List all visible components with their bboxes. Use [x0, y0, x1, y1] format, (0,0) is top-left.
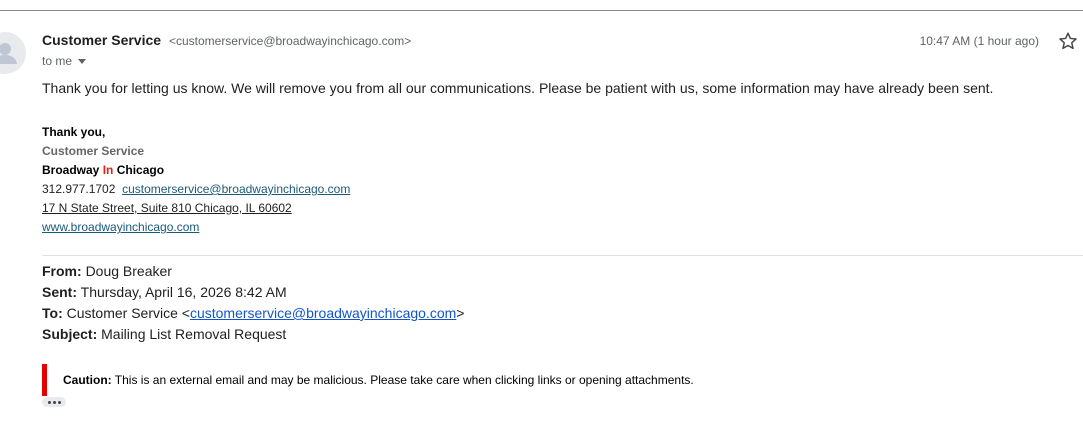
subject-label: Subject:	[42, 326, 98, 342]
signature-thanks: Thank you,	[42, 125, 106, 139]
org-name-highlight: In	[102, 163, 114, 177]
signature-contact-line: 312.977.1702 customerservice@broadwayinc…	[42, 180, 350, 199]
ellipsis-icon	[57, 400, 61, 404]
quoted-to-line: To: Customer Service <customerservice@br…	[42, 305, 464, 321]
caution-message: This is an external email and may be mal…	[114, 373, 694, 387]
signature-phone: 312.977.1702	[42, 182, 116, 196]
sender-avatar[interactable]	[0, 32, 26, 74]
to-label: To:	[42, 305, 63, 321]
from-value: Doug Breaker	[85, 263, 172, 279]
ellipsis-icon	[52, 400, 56, 404]
to-email-link[interactable]: customerservice@broadwayinchicago.com	[190, 305, 456, 321]
caution-text: Caution: This is an external email and m…	[63, 373, 694, 387]
person-icon	[0, 43, 17, 64]
recipients-label: to me	[42, 54, 73, 68]
caution-banner: Caution: This is an external email and m…	[42, 364, 802, 396]
to-close: >	[456, 305, 465, 321]
to-name: Customer Service <	[66, 305, 190, 321]
sender-email: <customerservice@broadwayinchicago.com>	[168, 34, 412, 48]
sent-value: Thursday, April 16, 2026 8:42 AM	[80, 284, 287, 300]
recipients-toggle[interactable]: to me	[42, 54, 87, 68]
signature-block: Thank you, Customer Service Broadway In …	[42, 123, 350, 237]
signature-website-link[interactable]: www.broadwayinchicago.com	[42, 220, 199, 234]
message-timestamp: 10:47 AM (1 hour ago)	[919, 34, 1039, 48]
signature-department: Customer Service	[42, 144, 145, 158]
sender-line: Customer Service <customerservice@broadw…	[42, 32, 411, 48]
signature-address-link[interactable]: 17 N State Street, Suite 810 Chicago, IL…	[42, 201, 292, 215]
caution-bar	[42, 364, 47, 396]
caution-label: Caution:	[63, 373, 112, 387]
signature-organization: Broadway In Chicago	[42, 161, 350, 180]
star-button[interactable]	[1057, 30, 1079, 52]
show-trimmed-content-button[interactable]	[42, 397, 66, 407]
quote-divider	[42, 255, 1083, 256]
quoted-from-line: From: Doug Breaker	[42, 263, 172, 279]
org-name-part: Chicago	[116, 163, 165, 177]
sent-label: Sent:	[42, 284, 77, 300]
top-divider	[0, 10, 1083, 11]
from-label: From:	[42, 263, 82, 279]
signature-email-link[interactable]: customerservice@broadwayinchicago.com	[122, 182, 350, 196]
subject-value: Mailing List Removal Request	[101, 326, 287, 342]
chevron-down-icon	[78, 58, 87, 64]
quoted-subject-line: Subject: Mailing List Removal Request	[42, 326, 286, 342]
ellipsis-icon	[47, 400, 51, 404]
message-body: Thank you for letting us know. We will r…	[42, 80, 994, 96]
quoted-sent-line: Sent: Thursday, April 16, 2026 8:42 AM	[42, 284, 287, 300]
star-icon	[1059, 32, 1077, 50]
org-name-part: Broadway	[42, 163, 100, 177]
sender-name[interactable]: Customer Service	[42, 32, 161, 48]
